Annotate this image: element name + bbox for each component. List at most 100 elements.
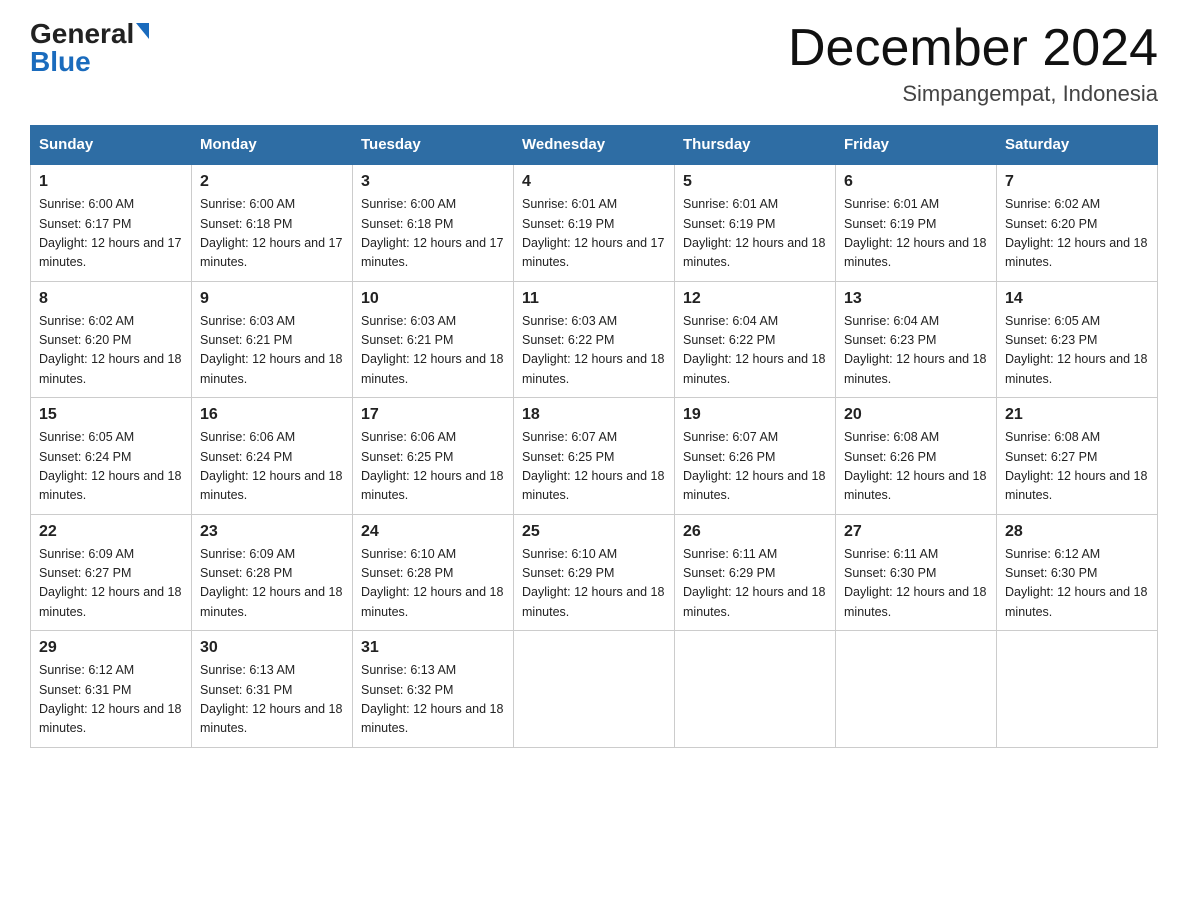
table-row: 20 Sunrise: 6:08 AMSunset: 6:26 PMDaylig… — [836, 398, 997, 515]
calendar-week-row: 8 Sunrise: 6:02 AMSunset: 6:20 PMDayligh… — [31, 281, 1158, 398]
day-number: 21 — [1005, 406, 1149, 424]
day-number: 11 — [522, 290, 666, 308]
header-sunday: Sunday — [31, 126, 192, 165]
day-info: Sunrise: 6:03 AMSunset: 6:21 PMDaylight:… — [361, 314, 503, 386]
table-row — [514, 631, 675, 748]
day-info: Sunrise: 6:02 AMSunset: 6:20 PMDaylight:… — [1005, 197, 1147, 269]
day-info: Sunrise: 6:11 AMSunset: 6:29 PMDaylight:… — [683, 547, 825, 619]
table-row: 13 Sunrise: 6:04 AMSunset: 6:23 PMDaylig… — [836, 281, 997, 398]
day-number: 12 — [683, 290, 827, 308]
day-number: 6 — [844, 173, 988, 191]
table-row: 27 Sunrise: 6:11 AMSunset: 6:30 PMDaylig… — [836, 514, 997, 631]
day-info: Sunrise: 6:10 AMSunset: 6:29 PMDaylight:… — [522, 547, 664, 619]
table-row: 31 Sunrise: 6:13 AMSunset: 6:32 PMDaylig… — [353, 631, 514, 748]
day-info: Sunrise: 6:04 AMSunset: 6:23 PMDaylight:… — [844, 314, 986, 386]
day-info: Sunrise: 6:03 AMSunset: 6:21 PMDaylight:… — [200, 314, 342, 386]
table-row: 10 Sunrise: 6:03 AMSunset: 6:21 PMDaylig… — [353, 281, 514, 398]
day-number: 13 — [844, 290, 988, 308]
table-row: 4 Sunrise: 6:01 AMSunset: 6:19 PMDayligh… — [514, 164, 675, 281]
day-number: 17 — [361, 406, 505, 424]
header: General Blue December 2024 Simpangempat,… — [30, 20, 1158, 107]
day-info: Sunrise: 6:06 AMSunset: 6:25 PMDaylight:… — [361, 430, 503, 502]
table-row: 25 Sunrise: 6:10 AMSunset: 6:29 PMDaylig… — [514, 514, 675, 631]
table-row: 19 Sunrise: 6:07 AMSunset: 6:26 PMDaylig… — [675, 398, 836, 515]
day-number: 4 — [522, 173, 666, 191]
day-number: 14 — [1005, 290, 1149, 308]
day-number: 2 — [200, 173, 344, 191]
table-row: 29 Sunrise: 6:12 AMSunset: 6:31 PMDaylig… — [31, 631, 192, 748]
table-row: 21 Sunrise: 6:08 AMSunset: 6:27 PMDaylig… — [997, 398, 1158, 515]
table-row: 26 Sunrise: 6:11 AMSunset: 6:29 PMDaylig… — [675, 514, 836, 631]
page-subtitle: Simpangempat, Indonesia — [788, 81, 1158, 107]
day-info: Sunrise: 6:02 AMSunset: 6:20 PMDaylight:… — [39, 314, 181, 386]
day-number: 10 — [361, 290, 505, 308]
table-row: 15 Sunrise: 6:05 AMSunset: 6:24 PMDaylig… — [31, 398, 192, 515]
day-number: 31 — [361, 639, 505, 657]
day-number: 26 — [683, 523, 827, 541]
day-info: Sunrise: 6:03 AMSunset: 6:22 PMDaylight:… — [522, 314, 664, 386]
header-thursday: Thursday — [675, 126, 836, 165]
day-info: Sunrise: 6:01 AMSunset: 6:19 PMDaylight:… — [683, 197, 825, 269]
day-info: Sunrise: 6:07 AMSunset: 6:25 PMDaylight:… — [522, 430, 664, 502]
logo-blue-text: Blue — [30, 48, 91, 76]
day-info: Sunrise: 6:08 AMSunset: 6:27 PMDaylight:… — [1005, 430, 1147, 502]
day-number: 29 — [39, 639, 183, 657]
day-info: Sunrise: 6:00 AMSunset: 6:18 PMDaylight:… — [200, 197, 342, 269]
logo: General Blue — [30, 20, 149, 76]
table-row — [675, 631, 836, 748]
day-info: Sunrise: 6:00 AMSunset: 6:17 PMDaylight:… — [39, 197, 181, 269]
calendar-week-row: 15 Sunrise: 6:05 AMSunset: 6:24 PMDaylig… — [31, 398, 1158, 515]
table-row: 17 Sunrise: 6:06 AMSunset: 6:25 PMDaylig… — [353, 398, 514, 515]
day-number: 7 — [1005, 173, 1149, 191]
day-info: Sunrise: 6:09 AMSunset: 6:27 PMDaylight:… — [39, 547, 181, 619]
day-info: Sunrise: 6:08 AMSunset: 6:26 PMDaylight:… — [844, 430, 986, 502]
table-row: 30 Sunrise: 6:13 AMSunset: 6:31 PMDaylig… — [192, 631, 353, 748]
calendar-table: Sunday Monday Tuesday Wednesday Thursday… — [30, 125, 1158, 748]
day-number: 30 — [200, 639, 344, 657]
table-row: 7 Sunrise: 6:02 AMSunset: 6:20 PMDayligh… — [997, 164, 1158, 281]
day-info: Sunrise: 6:05 AMSunset: 6:23 PMDaylight:… — [1005, 314, 1147, 386]
day-number: 8 — [39, 290, 183, 308]
table-row: 3 Sunrise: 6:00 AMSunset: 6:18 PMDayligh… — [353, 164, 514, 281]
logo-general-text: General — [30, 20, 134, 48]
header-wednesday: Wednesday — [514, 126, 675, 165]
table-row: 9 Sunrise: 6:03 AMSunset: 6:21 PMDayligh… — [192, 281, 353, 398]
day-info: Sunrise: 6:07 AMSunset: 6:26 PMDaylight:… — [683, 430, 825, 502]
table-row — [836, 631, 997, 748]
table-row: 6 Sunrise: 6:01 AMSunset: 6:19 PMDayligh… — [836, 164, 997, 281]
table-row: 11 Sunrise: 6:03 AMSunset: 6:22 PMDaylig… — [514, 281, 675, 398]
table-row: 5 Sunrise: 6:01 AMSunset: 6:19 PMDayligh… — [675, 164, 836, 281]
day-number: 27 — [844, 523, 988, 541]
header-monday: Monday — [192, 126, 353, 165]
title-area: December 2024 Simpangempat, Indonesia — [788, 20, 1158, 107]
table-row: 14 Sunrise: 6:05 AMSunset: 6:23 PMDaylig… — [997, 281, 1158, 398]
day-info: Sunrise: 6:12 AMSunset: 6:30 PMDaylight:… — [1005, 547, 1147, 619]
day-info: Sunrise: 6:01 AMSunset: 6:19 PMDaylight:… — [844, 197, 986, 269]
day-number: 15 — [39, 406, 183, 424]
day-info: Sunrise: 6:09 AMSunset: 6:28 PMDaylight:… — [200, 547, 342, 619]
table-row: 23 Sunrise: 6:09 AMSunset: 6:28 PMDaylig… — [192, 514, 353, 631]
day-number: 23 — [200, 523, 344, 541]
day-info: Sunrise: 6:04 AMSunset: 6:22 PMDaylight:… — [683, 314, 825, 386]
day-number: 25 — [522, 523, 666, 541]
table-row: 1 Sunrise: 6:00 AMSunset: 6:17 PMDayligh… — [31, 164, 192, 281]
table-row: 28 Sunrise: 6:12 AMSunset: 6:30 PMDaylig… — [997, 514, 1158, 631]
table-row — [997, 631, 1158, 748]
calendar-week-row: 29 Sunrise: 6:12 AMSunset: 6:31 PMDaylig… — [31, 631, 1158, 748]
day-number: 9 — [200, 290, 344, 308]
table-row: 24 Sunrise: 6:10 AMSunset: 6:28 PMDaylig… — [353, 514, 514, 631]
day-info: Sunrise: 6:06 AMSunset: 6:24 PMDaylight:… — [200, 430, 342, 502]
day-info: Sunrise: 6:01 AMSunset: 6:19 PMDaylight:… — [522, 197, 664, 269]
day-number: 19 — [683, 406, 827, 424]
weekday-header-row: Sunday Monday Tuesday Wednesday Thursday… — [31, 126, 1158, 165]
header-tuesday: Tuesday — [353, 126, 514, 165]
day-info: Sunrise: 6:12 AMSunset: 6:31 PMDaylight:… — [39, 663, 181, 735]
day-number: 1 — [39, 173, 183, 191]
table-row: 16 Sunrise: 6:06 AMSunset: 6:24 PMDaylig… — [192, 398, 353, 515]
table-row: 12 Sunrise: 6:04 AMSunset: 6:22 PMDaylig… — [675, 281, 836, 398]
table-row: 8 Sunrise: 6:02 AMSunset: 6:20 PMDayligh… — [31, 281, 192, 398]
day-info: Sunrise: 6:00 AMSunset: 6:18 PMDaylight:… — [361, 197, 503, 269]
day-number: 5 — [683, 173, 827, 191]
calendar-week-row: 22 Sunrise: 6:09 AMSunset: 6:27 PMDaylig… — [31, 514, 1158, 631]
day-info: Sunrise: 6:13 AMSunset: 6:31 PMDaylight:… — [200, 663, 342, 735]
